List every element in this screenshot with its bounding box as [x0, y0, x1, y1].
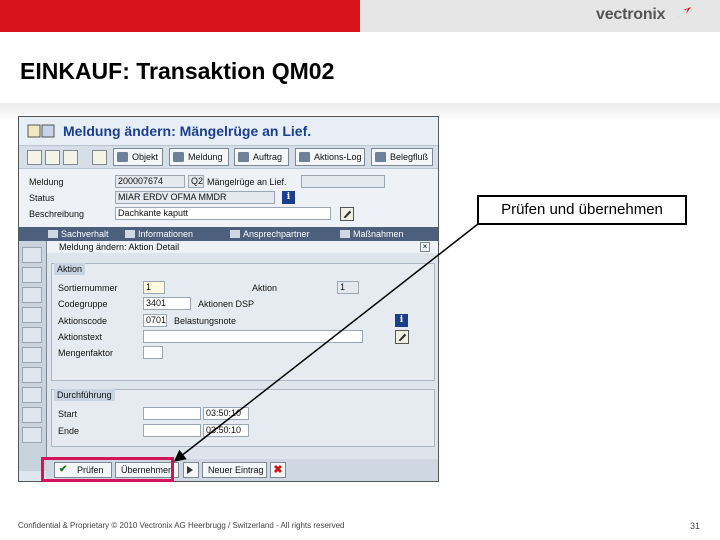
page-number: 31: [690, 521, 701, 531]
footer-copyright: Confidential & Proprietary © 2010 Vectro…: [18, 521, 345, 530]
callout-arrow: [173, 223, 479, 462]
